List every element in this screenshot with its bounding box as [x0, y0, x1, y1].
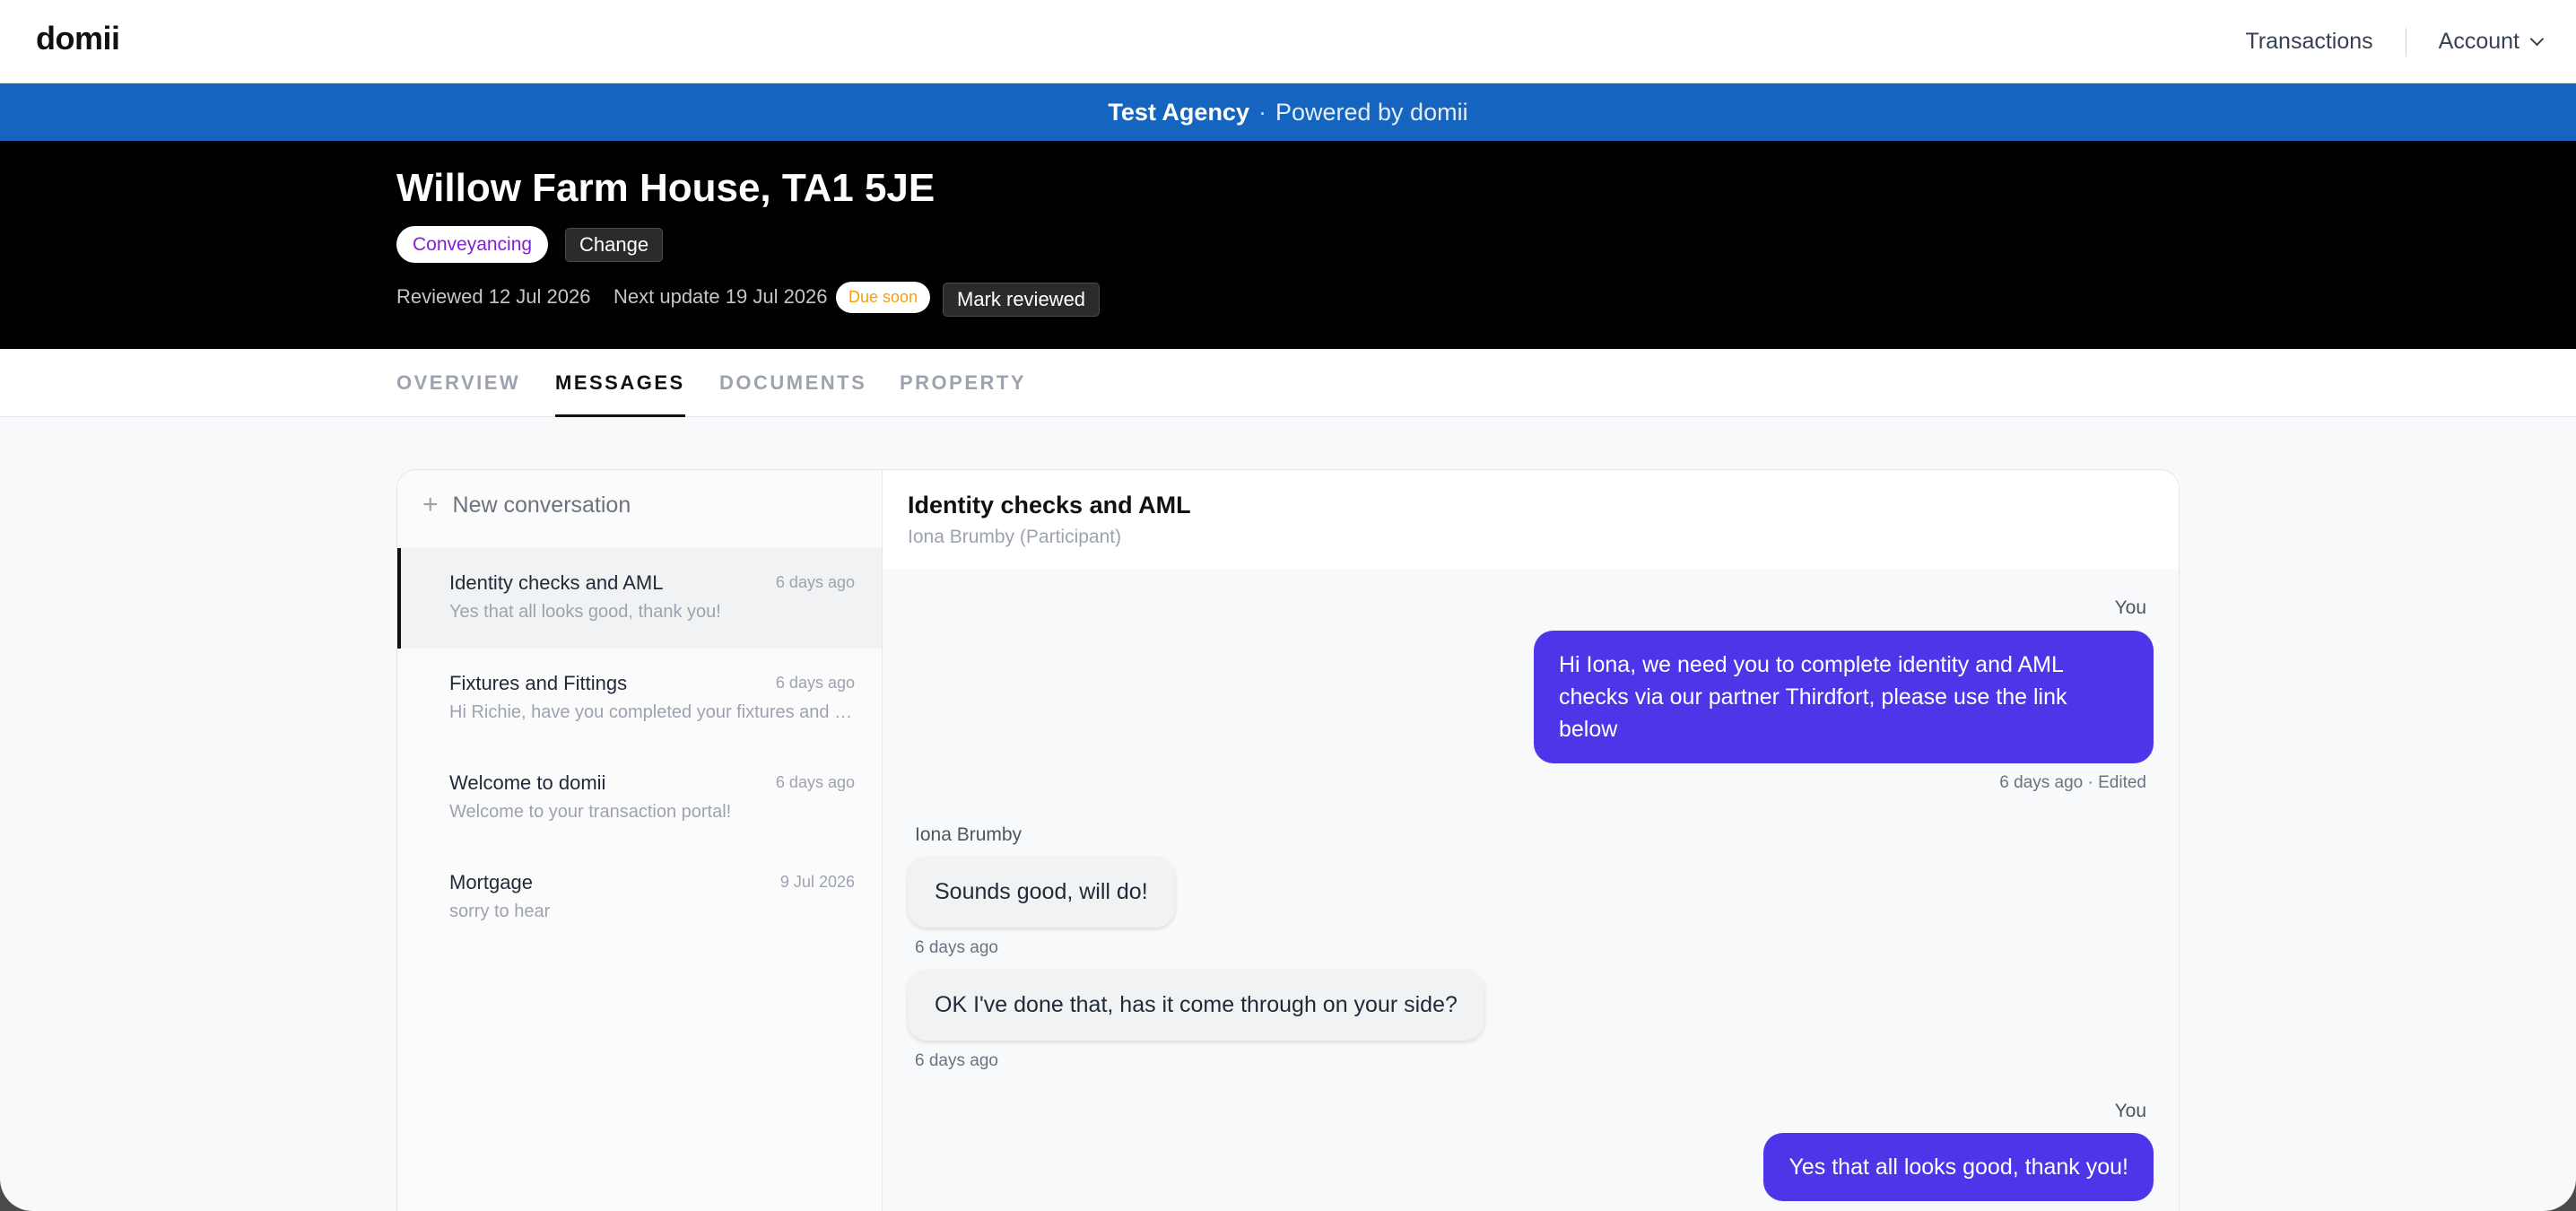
tab-documents[interactable]: DOCUMENTS: [719, 349, 866, 417]
due-soon-badge: Due soon: [836, 282, 931, 313]
tab-bar: OVERVIEW MESSAGES DOCUMENTS PROPERTY: [0, 349, 2576, 417]
incoming-message: OK I've done that, has it come through o…: [908, 970, 1484, 1041]
conversation-title: Identity checks and AML: [449, 571, 664, 594]
mark-reviewed-button[interactable]: Mark reviewed: [943, 283, 1101, 317]
message-time: 6 days ago: [915, 1051, 998, 1070]
conversation-snippet: sorry to hear: [449, 902, 551, 921]
message-thread: Identity checks and AML Iona Brumby (Par…: [883, 470, 2179, 1211]
message-sender: Iona Brumby: [915, 824, 1023, 845]
incoming-message: Sounds good, will do!: [908, 857, 1175, 928]
message-sender: You: [2114, 1101, 2146, 1121]
conversation-time: 6 days ago: [775, 674, 855, 692]
tab-overview[interactable]: OVERVIEW: [396, 349, 520, 417]
outgoing-message: Yes that all looks good, thank you!: [1763, 1133, 2154, 1201]
conversation-time: 9 Jul 2026: [779, 873, 855, 891]
account-menu[interactable]: Account: [2438, 29, 2545, 55]
plus-icon: +: [422, 490, 439, 519]
conversation-title: Welcome to domii: [449, 771, 606, 794]
property-title: Willow Farm House, TA1 5JE: [396, 166, 936, 210]
new-conversation-button[interactable]: + New conversation: [422, 492, 631, 518]
outgoing-message: Hi Iona, we need you to complete identit…: [1534, 631, 2154, 763]
chevron-down-icon: [2529, 31, 2545, 47]
conversation-item[interactable]: Fixtures and Fittings 6 days ago Hi Rich…: [397, 649, 882, 749]
account-label: Account: [2438, 29, 2519, 54]
conversation-title: Mortgage: [449, 871, 533, 893]
conversation-title: Fixtures and Fittings: [449, 672, 628, 694]
logo[interactable]: domii: [36, 20, 120, 57]
messages-panel: + New conversation Identity checks and A…: [396, 469, 2180, 1211]
page: domii Transactions Account Test Agency ·…: [0, 0, 2576, 1211]
powered-by: Powered by domii: [1275, 98, 1468, 126]
message-time: 6 days ago · Edited: [1999, 773, 2146, 792]
conversation-snippet: Yes that all looks good, thank you!: [449, 602, 721, 622]
nav-right: Transactions Account: [2245, 0, 2545, 83]
thread-header: Identity checks and AML Iona Brumby (Par…: [883, 470, 2179, 569]
conversation-snippet: Hi Richie, have you completed your fixtu…: [449, 702, 853, 722]
conversation-time: 6 days ago: [775, 773, 855, 791]
conversation-time: 6 days ago: [775, 573, 855, 591]
transactions-link[interactable]: Transactions: [2245, 29, 2372, 55]
thread-title: Identity checks and AML: [908, 492, 1191, 518]
tab-property[interactable]: PROPERTY: [900, 349, 1026, 417]
next-update-date: Next update 19 Jul 2026: [614, 285, 828, 308]
thread-participant: Iona Brumby (Participant): [908, 527, 1122, 547]
message-sender: You: [2114, 597, 2146, 618]
conversation-list: + New conversation Identity checks and A…: [397, 470, 883, 1211]
property-header: Willow Farm House, TA1 5JE Conveyancing …: [0, 141, 2576, 349]
message-time: 6 days ago: [915, 938, 998, 957]
change-service-button[interactable]: Change: [565, 228, 664, 262]
reviewed-date: Reviewed 12 Jul 2026: [396, 285, 591, 308]
conversation-snippet: Welcome to your transaction portal!: [449, 802, 732, 822]
agency-bar: Test Agency · Powered by domii: [0, 83, 2576, 141]
tab-messages[interactable]: MESSAGES: [555, 349, 685, 417]
top-nav: domii Transactions Account: [0, 0, 2576, 83]
conversation-item[interactable]: Welcome to domii 6 days ago Welcome to y…: [397, 748, 882, 849]
service-badge: Conveyancing: [396, 226, 549, 263]
agency-name: Test Agency: [1108, 98, 1249, 126]
new-conversation-label: New conversation: [452, 492, 631, 518]
conversation-item[interactable]: Mortgage 9 Jul 2026 sorry to hear: [397, 848, 882, 948]
conversation-item[interactable]: Identity checks and AML 6 days ago Yes t…: [397, 548, 882, 649]
agency-separator: ·: [1258, 98, 1266, 126]
